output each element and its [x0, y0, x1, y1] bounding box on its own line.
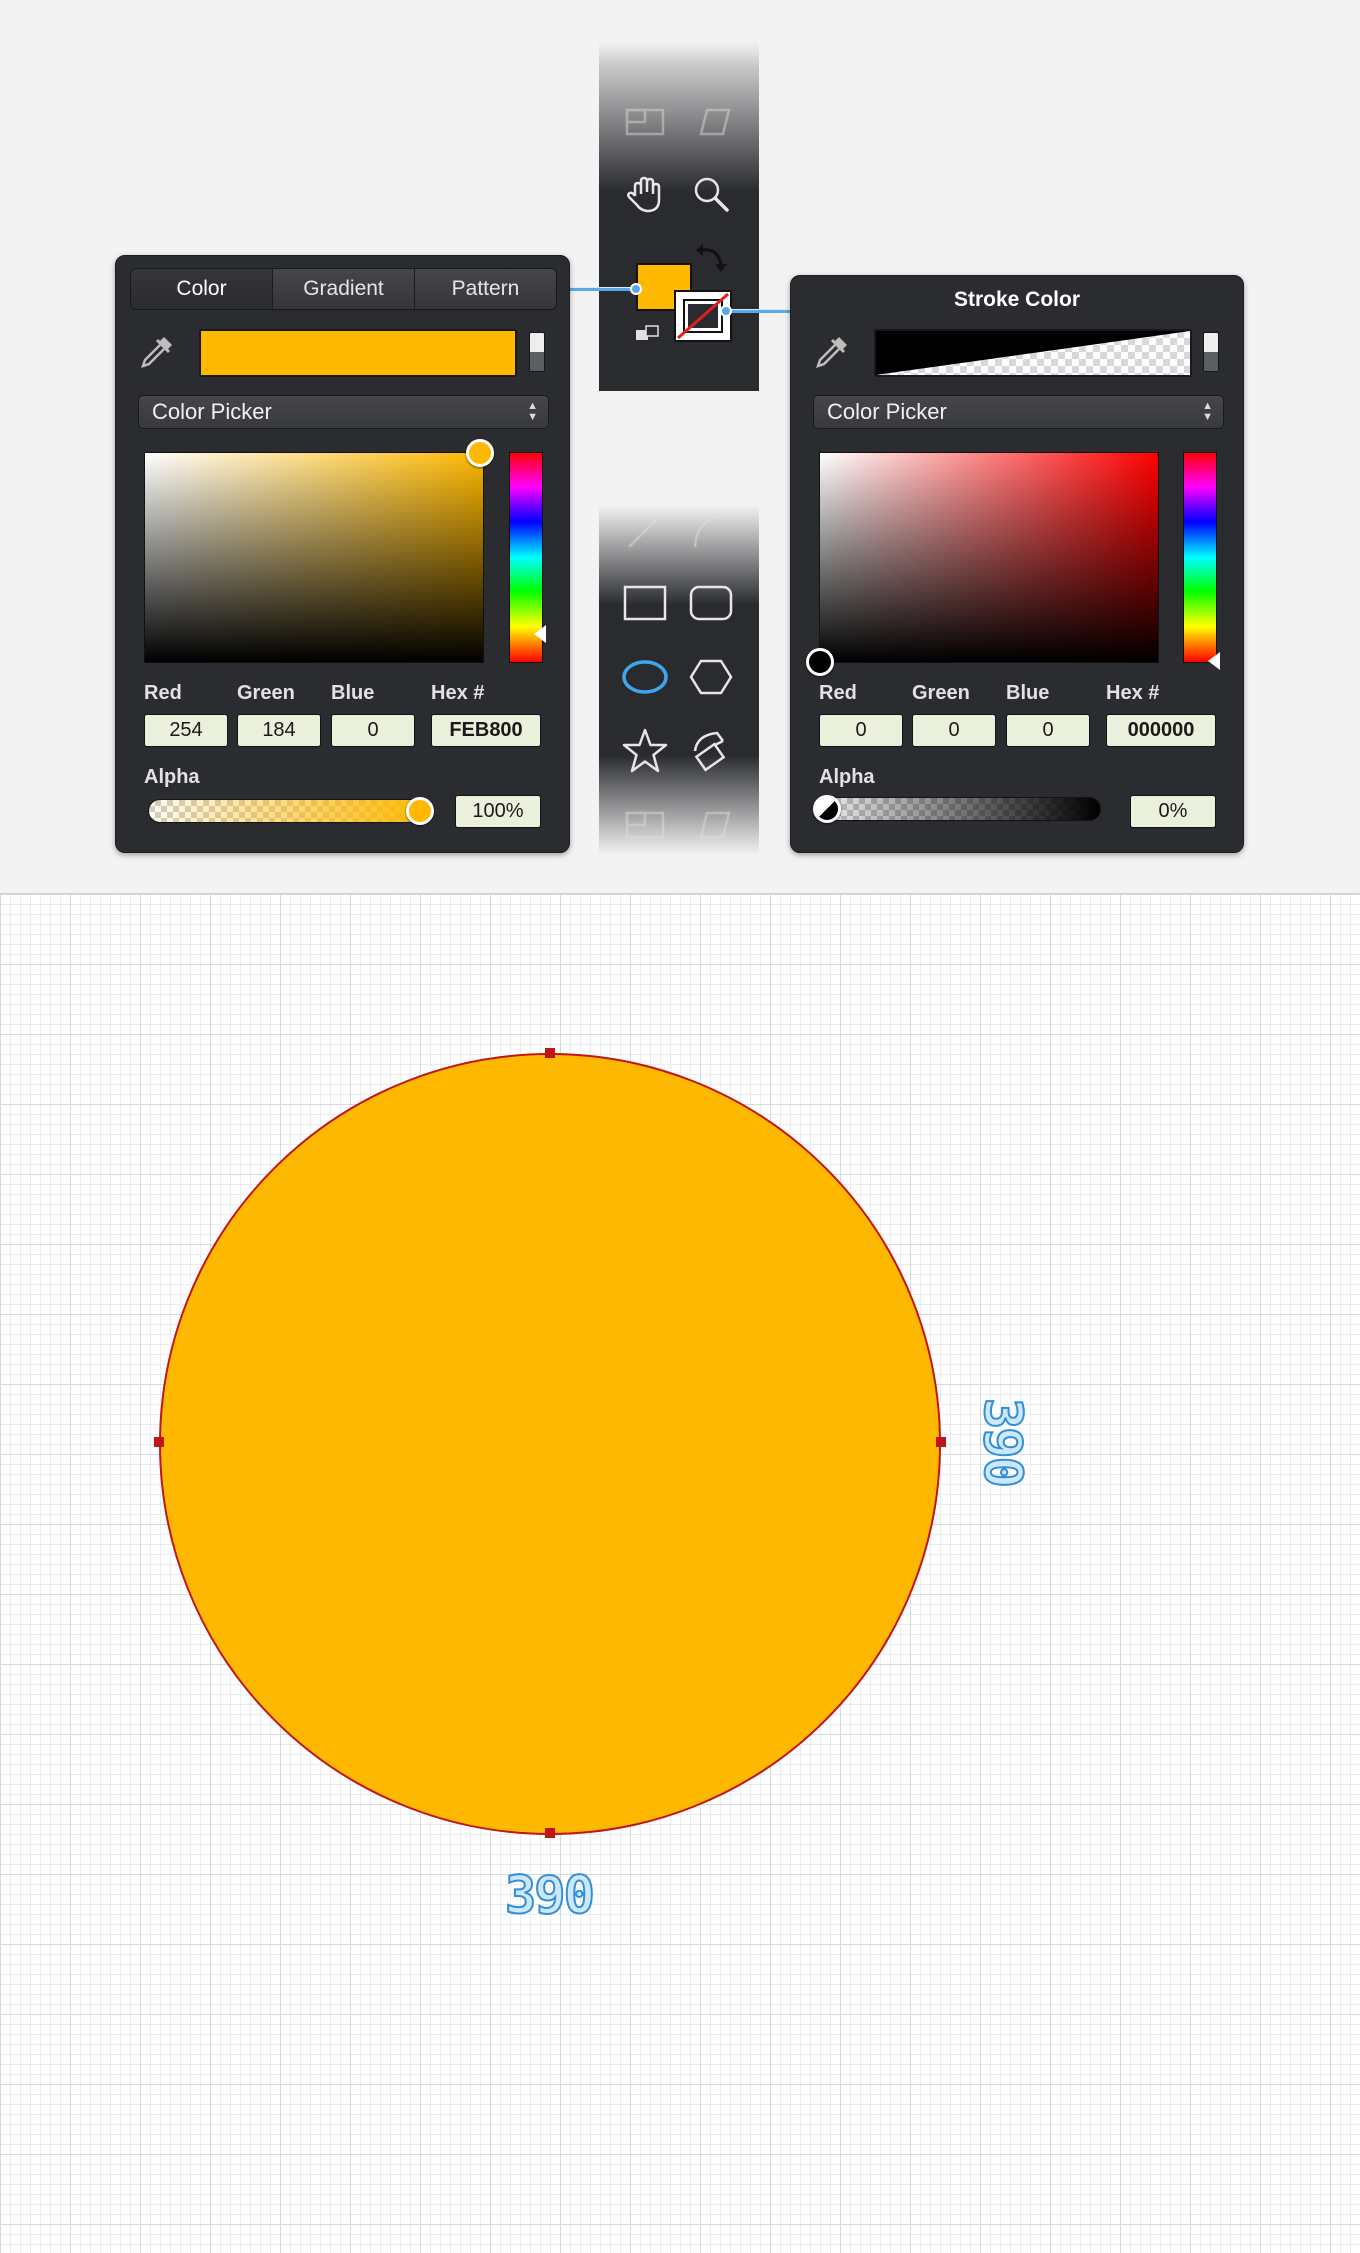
saturation-value-knob[interactable] [466, 439, 494, 467]
fill-connector [570, 287, 638, 291]
alpha-slider[interactable] [148, 799, 433, 823]
slice-tool-icon[interactable] [619, 96, 671, 148]
anchor-point-top[interactable] [545, 1048, 555, 1058]
line-tool-icon[interactable] [619, 505, 671, 557]
alpha-input[interactable]: 100% [455, 795, 541, 828]
hex-input[interactable]: FEB800 [431, 714, 541, 747]
tool-strip-top [599, 42, 759, 391]
fill-color-panel: Color Gradient Pattern Color Picker ▲ ▼ R… [115, 255, 570, 853]
blue-input[interactable]: 0 [1006, 714, 1090, 747]
hand-tool-icon[interactable] [619, 168, 671, 220]
green-label: Green [912, 682, 970, 704]
hex-label: Hex # [431, 682, 485, 704]
fill-connector-dot [630, 283, 642, 295]
alpha-input[interactable]: 0% [1130, 795, 1216, 828]
blue-label: Blue [331, 682, 375, 704]
select-arrows-icon: ▲ ▼ [1202, 400, 1213, 423]
alpha-label: Alpha [819, 766, 875, 788]
alpha-label: Alpha [144, 766, 200, 788]
anchor-point-right[interactable] [936, 1437, 946, 1447]
swap-colors-icon[interactable] [695, 242, 729, 276]
blue-input[interactable]: 0 [331, 714, 415, 747]
swatch-mode-toggle[interactable] [529, 332, 545, 372]
flare-tool-icon[interactable] [685, 725, 737, 777]
tab-color[interactable]: Color [131, 269, 273, 309]
zoom-tool-icon[interactable] [685, 168, 737, 220]
picker-mode-label: Color Picker [152, 399, 272, 424]
fill-color-preview [199, 329, 517, 377]
star-tool-icon[interactable] [619, 725, 671, 777]
red-label: Red [819, 682, 857, 704]
panel-title: Stroke Color [953, 288, 1081, 311]
rounded-rectangle-tool-icon[interactable] [685, 577, 737, 629]
red-input[interactable]: 0 [819, 714, 903, 747]
saturation-value-knob[interactable] [806, 648, 834, 676]
polygon-tool-icon[interactable] [685, 651, 737, 703]
tab-pattern[interactable]: Pattern [415, 269, 556, 309]
hue-marker[interactable] [534, 625, 546, 643]
shear-tool-icon-bottom[interactable] [685, 799, 737, 851]
default-colors-icon[interactable] [635, 325, 661, 343]
picker-mode-label: Color Picker [827, 399, 947, 424]
rectangle-tool-icon[interactable] [619, 577, 671, 629]
hue-slider[interactable] [1183, 452, 1217, 663]
red-input[interactable]: 254 [144, 714, 228, 747]
green-input[interactable]: 0 [912, 714, 996, 747]
swatch-mode-toggle[interactable] [1203, 332, 1219, 372]
arc-tool-icon[interactable] [685, 505, 737, 557]
height-dimension-label: 390 [971, 1397, 1033, 1487]
stroke-connector-dot [720, 305, 732, 317]
shear-tool-icon[interactable] [685, 96, 737, 148]
hex-input[interactable]: 000000 [1106, 714, 1216, 747]
hue-marker[interactable] [1208, 652, 1220, 670]
tab-gradient[interactable]: Gradient [273, 269, 415, 309]
green-label: Green [237, 682, 295, 704]
blue-label: Blue [1006, 682, 1050, 704]
saturation-value-field[interactable] [144, 452, 484, 663]
fill-type-tabs: Color Gradient Pattern [130, 268, 557, 310]
alpha-knob[interactable] [813, 795, 841, 823]
alpha-knob[interactable] [406, 797, 434, 825]
green-input[interactable]: 184 [237, 714, 321, 747]
red-label: Red [144, 682, 182, 704]
tool-strip-shapes [599, 505, 759, 855]
stroke-color-preview [874, 329, 1192, 377]
picker-mode-select[interactable]: Color Picker ▲ ▼ [813, 395, 1224, 429]
alpha-slider[interactable] [816, 797, 1101, 821]
toolbox-area: Color Gradient Pattern Color Picker ▲ ▼ R… [0, 0, 1360, 893]
eyedropper-icon[interactable] [811, 331, 853, 373]
width-dimension-label: 390 [504, 1865, 596, 1927]
select-arrows-icon: ▲ ▼ [527, 400, 538, 423]
eyedropper-icon[interactable] [136, 331, 178, 373]
anchor-point-bottom[interactable] [545, 1828, 555, 1838]
saturation-value-field[interactable] [819, 452, 1159, 663]
stroke-connector [728, 309, 792, 313]
slice-tool-icon-bottom[interactable] [619, 799, 671, 851]
anchor-point-left[interactable] [154, 1437, 164, 1447]
stroke-color-panel: Stroke Color Color Picker ▲ ▼ Red Green B… [790, 275, 1244, 853]
picker-mode-select[interactable]: Color Picker ▲ ▼ [138, 395, 549, 429]
ellipse-shape[interactable] [159, 1053, 941, 1835]
hex-label: Hex # [1106, 682, 1160, 704]
ellipse-tool-icon[interactable] [619, 651, 671, 703]
